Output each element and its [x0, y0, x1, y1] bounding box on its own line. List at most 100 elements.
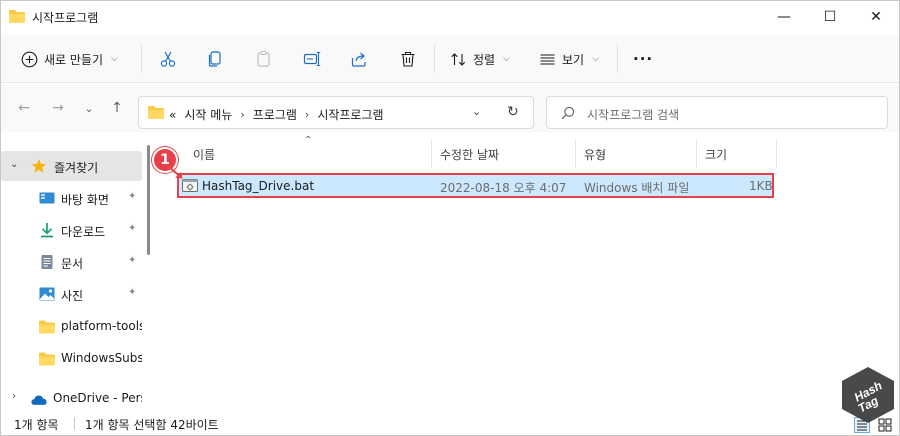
- column-header-label: 수정한 날짜: [440, 147, 500, 162]
- pictures-icon: [39, 287, 55, 301]
- refresh-button[interactable]: ↻: [507, 104, 519, 120]
- maximize-button[interactable]: ☐: [807, 1, 853, 33]
- recent-locations-button[interactable]: ⌄: [79, 98, 99, 118]
- new-button-label: 새로 만들기: [44, 52, 104, 67]
- star-icon: [31, 159, 47, 173]
- chevron-down-icon: ⌄: [84, 101, 94, 115]
- annotation-number: 1: [160, 152, 170, 168]
- arrow-left-icon: ←: [18, 100, 30, 116]
- sort-icon: [451, 52, 466, 66]
- sidebar-item-label: 즐겨찾기: [54, 161, 99, 175]
- sidebar-item-pictures[interactable]: 사진 ✦: [1, 279, 142, 309]
- breadcrumb-programs[interactable]: 프로그램: [253, 106, 297, 123]
- breadcrumb-separator[interactable]: ›: [240, 108, 244, 121]
- hashtag-logo: Hash Tag: [842, 367, 894, 423]
- sidebar-item-label: 바탕 화면: [61, 193, 109, 207]
- window-title: 시작프로그램: [32, 11, 99, 25]
- file-date: 2022-08-18 오후 4:07: [440, 181, 567, 195]
- breadcrumb-start-menu[interactable]: 시작 메뉴: [184, 106, 232, 123]
- column-divider[interactable]: [776, 140, 777, 168]
- title-bar[interactable]: 시작프로그램 — ☐ ✕: [1, 1, 899, 33]
- address-history-button[interactable]: ⌄: [472, 105, 481, 118]
- document-icon: [41, 255, 53, 269]
- column-header-size[interactable]: 크기: [705, 140, 727, 168]
- file-type: Windows 배치 파일: [584, 181, 690, 195]
- column-divider[interactable]: [575, 140, 576, 168]
- expand-icon[interactable]: ⌄: [10, 159, 18, 170]
- paste-button[interactable]: [255, 43, 273, 75]
- column-divider[interactable]: [431, 140, 432, 168]
- close-button[interactable]: ✕: [853, 1, 899, 33]
- table-row[interactable]: HashTag_Drive.bat 2022-08-18 오후 4:07 Win…: [177, 173, 774, 198]
- pin-icon: ✦: [128, 287, 137, 298]
- address-row: ← → ⌄ ↑ « 시작 메뉴 › 프로그램 › 시작프로그램 ⌄ ↻ 시작프로…: [1, 84, 899, 132]
- sidebar-item-onedrive[interactable]: › OneDrive - Perso: [1, 383, 142, 411]
- pin-icon: ✦: [128, 191, 137, 202]
- cut-button[interactable]: [159, 43, 177, 75]
- navigation-scrollbar[interactable]: [146, 135, 152, 405]
- arrow-up-icon: ↑: [111, 100, 123, 116]
- rename-button[interactable]: [303, 43, 321, 75]
- trash-icon: [401, 51, 415, 67]
- file-list: ⌃ 이름 수정한 날짜 유형 크기 HashTag_Drive.bat 2022…: [159, 133, 899, 411]
- back-button[interactable]: ←: [14, 98, 34, 118]
- file-name: HashTag_Drive.bat: [202, 179, 315, 193]
- folder-icon: [39, 320, 55, 334]
- column-header-date[interactable]: 수정한 날짜: [440, 140, 499, 168]
- sidebar-item-windowssubsystem[interactable]: WindowsSubsy: [1, 343, 142, 373]
- arrow-right-icon: →: [52, 100, 64, 116]
- view-label: 보기: [562, 52, 585, 67]
- maximize-icon: ☐: [823, 9, 837, 25]
- cloud-icon: [31, 395, 47, 405]
- navigation-pane: ⌄ 즐겨찾기 바탕 화면 ✦ 다운로드 ✦ 문서 ✦ 사진 ✦ platform…: [1, 133, 142, 411]
- expand-icon[interactable]: ›: [12, 391, 16, 402]
- sidebar-item-quick-access[interactable]: ⌄ 즐겨찾기: [1, 151, 142, 181]
- download-icon: [41, 223, 53, 238]
- copy-button[interactable]: [206, 43, 224, 75]
- up-button[interactable]: ↑: [107, 98, 127, 118]
- command-bar: 새로 만들기 ⌵ 정렬 ⌵ 보기 ⌵ ···: [1, 35, 899, 83]
- sidebar-item-desktop[interactable]: 바탕 화면 ✦: [1, 183, 142, 213]
- column-header-name[interactable]: 이름: [193, 140, 215, 168]
- minimize-button[interactable]: —: [761, 1, 807, 33]
- column-header-label: 이름: [193, 147, 216, 162]
- view-button[interactable]: 보기 ⌵: [539, 43, 599, 75]
- folder-icon: [39, 352, 55, 366]
- paste-icon: [257, 50, 270, 67]
- column-divider[interactable]: [696, 140, 697, 168]
- sidebar-item-label: WindowsSubsy: [61, 351, 142, 365]
- copy-icon: [208, 51, 221, 67]
- view-list-icon: [540, 53, 555, 65]
- column-header-type[interactable]: 유형: [584, 140, 606, 168]
- rename-icon: [303, 51, 321, 67]
- sidebar-item-downloads[interactable]: 다운로드 ✦: [1, 215, 142, 245]
- folder-icon: [148, 106, 164, 119]
- new-button[interactable]: 새로 만들기 ⌵: [21, 43, 118, 75]
- chevron-down-icon: ⌵: [503, 54, 510, 64]
- breadcrumb-startup[interactable]: 시작프로그램: [317, 106, 383, 123]
- sidebar-item-documents[interactable]: 문서 ✦: [1, 247, 142, 277]
- breadcrumb-separator[interactable]: ›: [305, 108, 309, 121]
- sort-ascending-icon: ⌃: [304, 135, 313, 146]
- file-size: 1KB: [749, 179, 773, 193]
- file-explorer-window: 시작프로그램 — ☐ ✕ 새로 만들기 ⌵ 정렬 ⌵ 보기 ⌵ ··· ← → …: [0, 0, 900, 436]
- search-icon: [561, 106, 575, 120]
- toolbar-divider: [141, 45, 142, 73]
- more-options-button[interactable]: ···: [633, 43, 653, 75]
- forward-button[interactable]: →: [48, 98, 68, 118]
- delete-button[interactable]: [399, 43, 417, 75]
- search-box[interactable]: 시작프로그램 검색: [546, 96, 888, 129]
- column-header-label: 유형: [584, 147, 607, 162]
- pin-icon: ✦: [128, 255, 137, 266]
- breadcrumb-overflow[interactable]: «: [169, 108, 176, 122]
- column-header-label: 크기: [705, 147, 728, 162]
- scrollbar-thumb[interactable]: [147, 145, 150, 255]
- folder-icon: [9, 10, 25, 23]
- toolbar-divider: [434, 45, 435, 73]
- address-bar[interactable]: « 시작 메뉴 › 프로그램 › 시작프로그램 ⌄ ↻: [138, 96, 534, 129]
- status-divider: [74, 417, 75, 430]
- sidebar-item-platform-tools[interactable]: platform-tools: [1, 311, 142, 341]
- sort-button[interactable]: 정렬 ⌵: [450, 43, 510, 75]
- plus-circle-icon: [21, 51, 38, 67]
- share-button[interactable]: [350, 43, 368, 75]
